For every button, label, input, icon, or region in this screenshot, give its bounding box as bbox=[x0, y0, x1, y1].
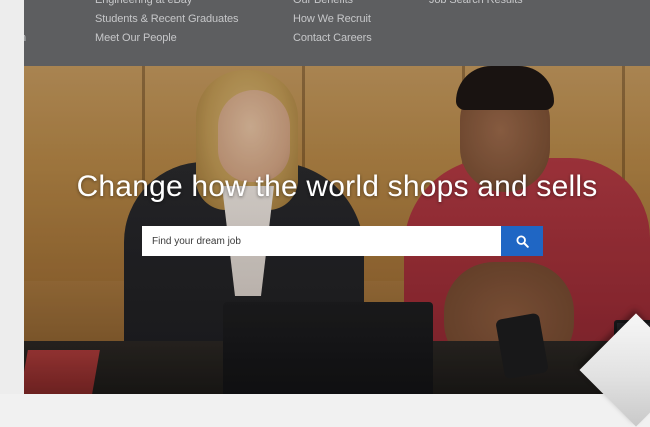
job-search-button[interactable] bbox=[501, 226, 543, 256]
nav-link-job-search-results[interactable]: Job Search Results bbox=[429, 0, 523, 10]
nav-link-contact-careers[interactable]: Contact Careers bbox=[293, 29, 372, 48]
nav-column-2: Engineering at eBay Students & Recent Gr… bbox=[95, 0, 239, 48]
nav-link-meet-people[interactable]: Meet Our People bbox=[95, 29, 238, 48]
nav-column-1: ry ry on bbox=[24, 0, 26, 44]
hero-headline: Change how the world shops and sells bbox=[76, 170, 598, 203]
nav-link-how-we-recruit[interactable]: How We Recruit bbox=[293, 10, 372, 29]
footer-nav: ry ry on Engineering at eBay Students & … bbox=[24, 0, 650, 66]
careers-page: ry ry on Engineering at eBay Students & … bbox=[24, 0, 650, 394]
nav-link-engineering[interactable]: Engineering at eBay bbox=[95, 0, 238, 10]
job-search-input[interactable] bbox=[142, 226, 501, 256]
hero-banner: Change how the world shops and sells bbox=[24, 66, 650, 394]
nav-column-4: Job Search Results bbox=[429, 0, 523, 10]
nav-column-3: Our Benefits How We Recruit Contact Care… bbox=[293, 0, 372, 48]
nav-link[interactable]: ry bbox=[24, 0, 26, 10]
left-page-margin bbox=[0, 0, 24, 394]
nav-link[interactable]: on bbox=[24, 29, 26, 48]
nav-link-students[interactable]: Students & Recent Graduates bbox=[95, 10, 239, 29]
search-icon bbox=[515, 234, 529, 248]
nav-link-benefits[interactable]: Our Benefits bbox=[293, 0, 372, 10]
job-search-form bbox=[142, 226, 543, 256]
